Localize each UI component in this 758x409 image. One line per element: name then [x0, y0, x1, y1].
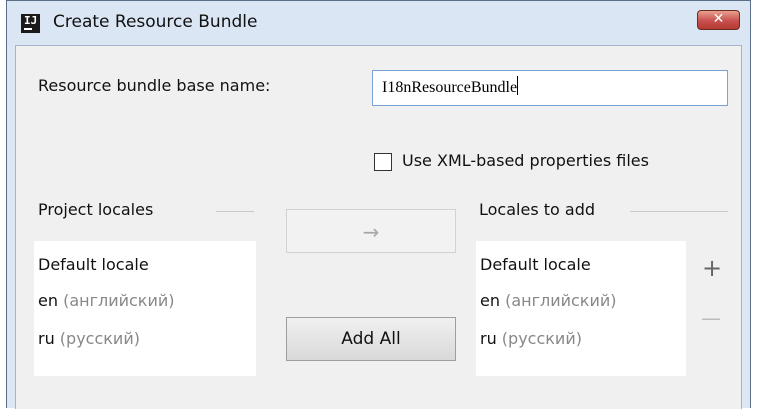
- intellij-app-icon: IJ: [21, 14, 40, 33]
- close-icon: ✕: [712, 11, 725, 27]
- plus-icon: +: [702, 254, 723, 282]
- add-all-button[interactable]: Add All: [286, 317, 456, 361]
- locale-code: Default locale: [480, 255, 591, 274]
- locale-code: ru: [38, 329, 55, 348]
- locale-code: en: [38, 291, 58, 310]
- base-name-input[interactable]: I18nResourceBundle: [372, 70, 728, 106]
- close-button[interactable]: ✕: [697, 10, 740, 30]
- locale-native-name: (английский): [499, 291, 617, 310]
- project-locales-list[interactable]: Default locale en (английский) ru (русск…: [34, 241, 256, 376]
- locale-native-name: (английский): [57, 291, 175, 310]
- window-title: Create Resource Bundle: [53, 12, 258, 32]
- arrow-right-icon: →: [362, 220, 380, 244]
- add-locale-button[interactable]: +: [702, 256, 722, 280]
- list-item[interactable]: en (английский): [38, 291, 175, 310]
- list-item[interactable]: Default locale: [38, 255, 149, 274]
- locale-code: Default locale: [38, 255, 149, 274]
- list-item[interactable]: ru (русский): [38, 329, 140, 348]
- dialog-content: Resource bundle base name: I18nResourceB…: [15, 45, 742, 409]
- list-item[interactable]: ru (русский): [480, 329, 582, 348]
- move-locale-button[interactable]: →: [286, 209, 456, 253]
- list-item[interactable]: Default locale: [480, 255, 591, 274]
- xml-properties-label[interactable]: Use XML-based properties files: [402, 151, 649, 170]
- project-locales-header: Project locales: [38, 200, 154, 219]
- locales-to-add-separator: [630, 211, 728, 212]
- locales-to-add-header: Locales to add: [479, 200, 595, 219]
- locale-native-name: (русский): [54, 329, 140, 348]
- base-name-label: Resource bundle base name:: [38, 76, 271, 95]
- xml-properties-checkbox[interactable]: [374, 153, 392, 171]
- locales-to-add-list[interactable]: Default locale en (английский) ru (русск…: [476, 241, 686, 376]
- locale-native-name: (русский): [496, 329, 582, 348]
- project-locales-separator: [216, 211, 254, 212]
- list-item[interactable]: en (английский): [480, 291, 617, 310]
- locale-code: en: [480, 291, 500, 310]
- remove-locale-button[interactable]: —: [701, 306, 721, 330]
- locale-code: ru: [480, 329, 497, 348]
- base-name-value: I18nResourceBundle: [382, 79, 518, 96]
- text-caret: [517, 76, 519, 95]
- minus-icon: —: [701, 306, 721, 330]
- title-bar[interactable]: IJ Create Resource Bundle ✕: [7, 1, 750, 45]
- create-resource-bundle-dialog: IJ Create Resource Bundle ✕ Resource bun…: [6, 0, 751, 409]
